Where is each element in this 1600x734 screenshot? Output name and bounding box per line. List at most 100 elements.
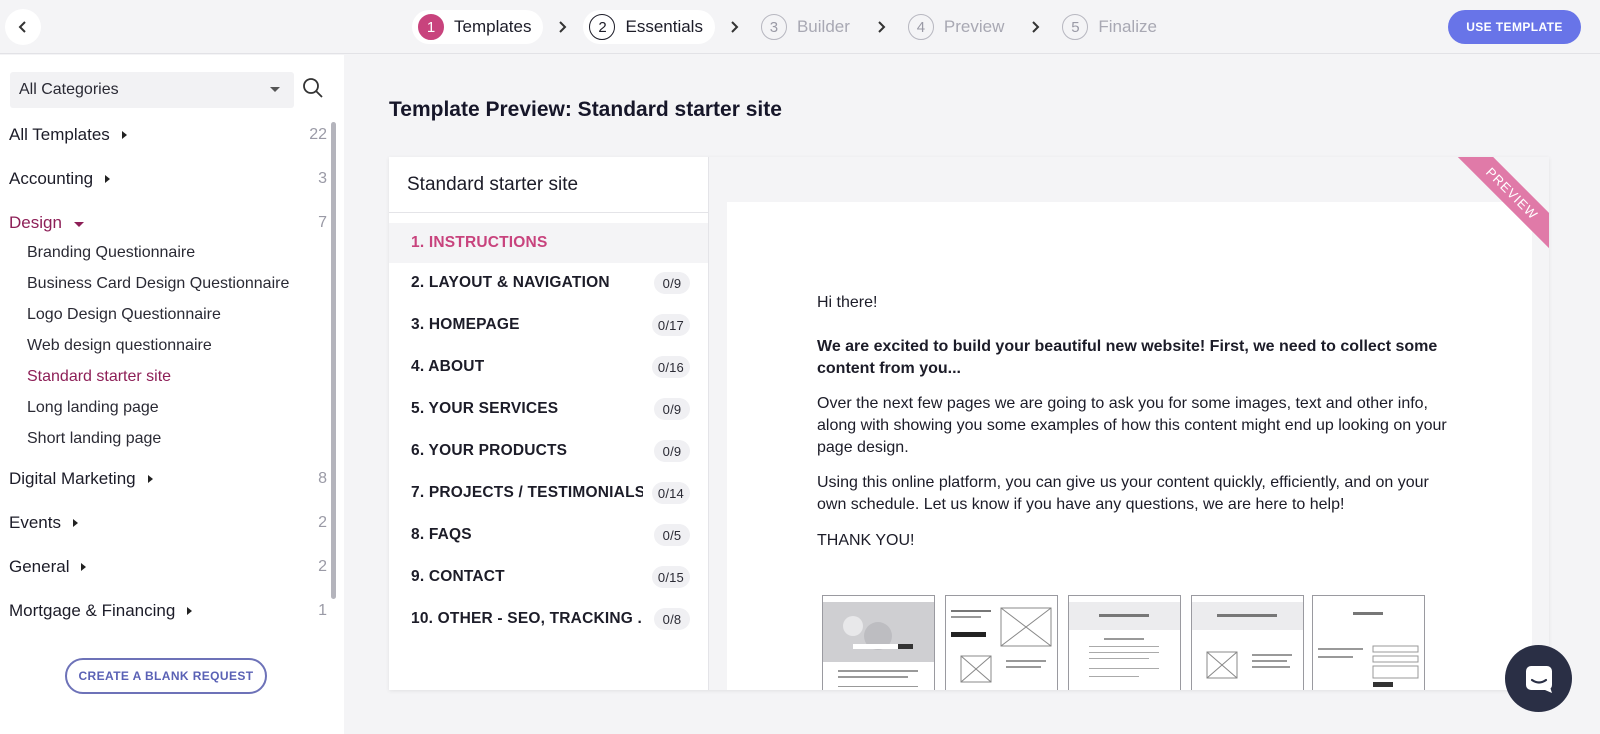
section-label: 1. INSTRUCTIONS — [411, 234, 548, 251]
category-design[interactable]: Design 7 — [9, 208, 331, 238]
layout-thumbnail[interactable] — [1312, 595, 1425, 690]
preview-page: Hi there! We are excited to build your b… — [727, 202, 1532, 690]
section-progress-badge: 0/16 — [651, 356, 690, 378]
section-label: 3. HOMEPAGE — [411, 316, 520, 333]
category-name: All Templates — [9, 125, 110, 144]
category-digital-marketing[interactable]: Digital Marketing 8 — [9, 464, 331, 494]
category-select-value: All Categories — [19, 81, 119, 98]
section-item[interactable]: 3. HOMEPAGE 0/17 — [389, 305, 708, 345]
section-list: Standard starter site 1. INSTRUCTIONS 2.… — [389, 157, 709, 690]
preview-intro: We are excited to build your beautiful n… — [817, 338, 1438, 377]
preview-greeting: Hi there! — [817, 294, 878, 311]
category-all-templates[interactable]: All Templates 22 — [9, 120, 331, 150]
layout-thumbnail[interactable] — [945, 595, 1058, 690]
category-name: Digital Marketing — [9, 469, 136, 488]
caret-right-icon — [105, 175, 111, 183]
template-item[interactable]: Web design questionnaire — [27, 333, 212, 359]
category-name: Design — [9, 213, 62, 232]
template-sidebar: All Categories All Templates 22 Accounti… — [0, 55, 344, 734]
category-name: Events — [9, 513, 61, 532]
back-button[interactable] — [5, 9, 41, 45]
section-item[interactable]: 9. CONTACT 0/15 — [389, 557, 708, 597]
category-count: 1 — [318, 602, 327, 619]
section-progress-badge: 0/15 — [651, 566, 690, 588]
caret-right-icon — [187, 607, 193, 615]
top-bar: 1 Templates 2 Essentials 3 Builder 4 Pre… — [0, 0, 1600, 54]
section-item[interactable]: 10. OTHER - SEO, TRACKING ... 0/8 — [389, 599, 708, 639]
sidebar-scrollbar[interactable] — [331, 122, 336, 599]
layout-thumbnail[interactable] — [1068, 595, 1181, 690]
category-count: 2 — [318, 558, 327, 575]
step-label: Preview — [943, 17, 1005, 36]
step-finalize[interactable]: 5 Finalize — [1056, 10, 1169, 44]
step-number: 4 — [907, 14, 934, 40]
step-number: 3 — [760, 14, 787, 40]
template-item[interactable]: Logo Design Questionnaire — [27, 302, 221, 328]
category-accounting[interactable]: Accounting 3 — [9, 164, 331, 194]
caret-right-icon — [121, 131, 127, 139]
section-progress-badge: 0/9 — [654, 440, 690, 462]
section-item[interactable]: 7. PROJECTS / TESTIMONIALS 0/14 — [389, 473, 708, 513]
category-count: 8 — [318, 470, 327, 487]
section-label: 8. FAQS — [411, 526, 472, 543]
step-label: Essentials — [625, 17, 703, 36]
layout-thumbnail[interactable] — [822, 595, 935, 690]
category-count: 3 — [318, 170, 327, 187]
category-general[interactable]: General 2 — [9, 552, 331, 582]
category-name: Accounting — [9, 169, 94, 188]
section-item[interactable]: 2. LAYOUT & NAVIGATION 0/9 — [389, 263, 708, 303]
step-essentials[interactable]: 2 Essentials — [583, 10, 715, 44]
section-progress-badge: 0/9 — [654, 272, 690, 294]
category-events[interactable]: Events 2 — [9, 508, 331, 538]
caret-right-icon — [147, 475, 153, 483]
section-item[interactable]: 6. YOUR PRODUCTS 0/9 — [389, 431, 708, 471]
category-count: 7 — [318, 214, 327, 231]
category-name: Mortgage & Financing — [9, 601, 176, 620]
section-item-instructions[interactable]: 1. INSTRUCTIONS — [389, 223, 708, 263]
template-item[interactable]: Short landing page — [27, 426, 161, 452]
preview-paragraph: Using this online platform, you can give… — [817, 474, 1429, 513]
chevron-right-icon — [543, 20, 583, 34]
template-item-selected[interactable]: Standard starter site — [27, 364, 171, 390]
step-number: 1 — [418, 14, 444, 40]
section-progress-badge: 0/14 — [651, 482, 690, 504]
caret-down-icon — [73, 221, 84, 227]
chat-icon — [1525, 665, 1552, 693]
section-label: 6. YOUR PRODUCTS — [411, 442, 568, 459]
page-title: Template Preview: Standard starter site — [389, 98, 782, 121]
layout-thumbnail[interactable] — [1191, 595, 1304, 690]
section-label: 10. OTHER - SEO, TRACKING ... — [411, 610, 643, 627]
step-number: 2 — [589, 14, 616, 40]
section-label: 7. PROJECTS / TESTIMONIALS — [411, 484, 643, 501]
template-preview-card: Standard starter site 1. INSTRUCTIONS 2.… — [389, 157, 1549, 690]
chevron-left-icon — [18, 21, 26, 33]
preview-thanks: THANK YOU! — [817, 532, 915, 549]
category-mortgage-financing[interactable]: Mortgage & Financing 1 — [9, 596, 331, 626]
chat-launcher-button[interactable] — [1505, 645, 1572, 712]
category-name: General — [9, 557, 70, 576]
section-item[interactable]: 4. ABOUT 0/16 — [389, 347, 708, 387]
template-item[interactable]: Business Card Design Questionnaire — [27, 271, 289, 297]
template-item[interactable]: Long landing page — [27, 395, 159, 421]
category-select[interactable]: All Categories — [10, 72, 294, 108]
category-count: 22 — [309, 126, 327, 143]
template-name: Standard starter site — [389, 157, 708, 213]
use-template-button[interactable]: USE TEMPLATE — [1448, 10, 1581, 44]
template-item[interactable]: Branding Questionnaire — [27, 240, 195, 266]
section-label: 2. LAYOUT & NAVIGATION — [411, 274, 610, 291]
step-preview[interactable]: 4 Preview — [902, 10, 1016, 44]
section-item[interactable]: 8. FAQS 0/5 — [389, 515, 708, 555]
caret-right-icon — [72, 519, 78, 527]
step-number: 5 — [1062, 14, 1089, 40]
progress-steps: 1 Templates 2 Essentials 3 Builder 4 Pre… — [412, 9, 1169, 45]
chevron-right-icon — [715, 20, 755, 34]
section-label: 9. CONTACT — [411, 568, 505, 585]
section-label: 4. ABOUT — [411, 358, 485, 375]
create-blank-request-button[interactable]: CREATE A BLANK REQUEST — [65, 658, 267, 694]
search-icon[interactable] — [302, 77, 326, 101]
section-progress-badge: 0/17 — [651, 314, 690, 336]
section-item[interactable]: 5. YOUR SERVICES 0/9 — [389, 389, 708, 429]
step-builder[interactable]: 3 Builder — [755, 10, 862, 44]
preview-area: Hi there! We are excited to build your b… — [709, 157, 1549, 690]
step-templates[interactable]: 1 Templates — [412, 10, 544, 44]
